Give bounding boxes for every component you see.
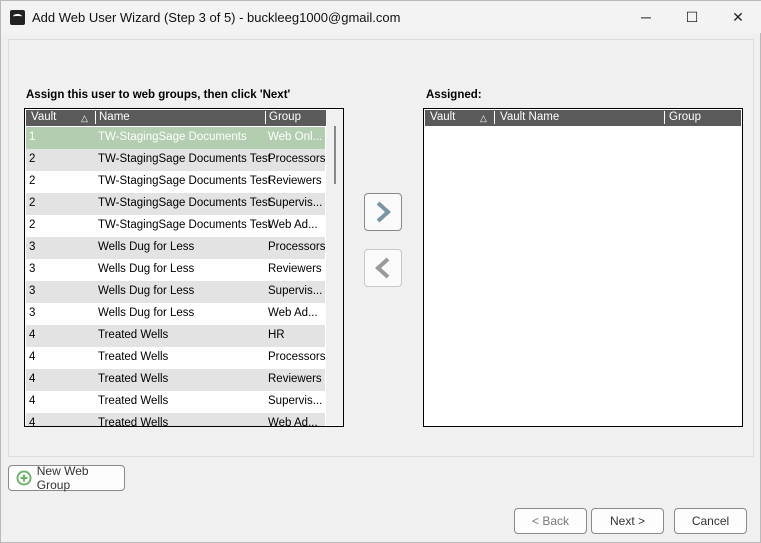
cell-vault: 4 <box>29 373 36 385</box>
list-header: Vault △ Vault Name Group <box>425 110 741 126</box>
cancel-button[interactable]: Cancel <box>674 508 747 534</box>
cell-name: Treated Wells <box>98 395 169 407</box>
cell-vault: 2 <box>29 153 36 165</box>
sort-icon: △ <box>81 113 88 123</box>
cell-name: TW-StagingSage Documents Test <box>98 219 271 231</box>
table-row[interactable]: 2 TW-StagingSage Documents Test Reviewers <box>26 171 325 193</box>
assign-button[interactable] <box>364 193 402 231</box>
new-web-group-button[interactable]: New Web Group <box>8 464 125 492</box>
back-button[interactable]: < Back <box>514 508 587 534</box>
cell-group: Reviewers <box>268 373 322 385</box>
table-row[interactable]: 4 Treated Wells Reviewers <box>26 369 325 391</box>
cell-group: Supervis... <box>268 197 323 209</box>
cell-group: Supervis... <box>268 395 323 407</box>
table-row[interactable]: 4 Treated Wells Web Ad... <box>26 413 325 427</box>
column-name[interactable]: Name <box>99 111 130 123</box>
cell-vault: 2 <box>29 175 36 187</box>
cell-group: Reviewers <box>268 263 322 275</box>
cell-group: Reviewers <box>268 175 322 187</box>
cell-group: Web Ad... <box>268 417 318 427</box>
cell-group: HR <box>268 329 285 341</box>
table-row[interactable]: 2 TW-StagingSage Documents Test Web Ad... <box>26 215 325 237</box>
scrollbar[interactable] <box>326 110 343 425</box>
cell-name: Wells Dug for Less <box>98 263 195 275</box>
column-group[interactable]: Group <box>269 111 301 123</box>
available-label: Assign this user to web groups, then cli… <box>26 89 291 101</box>
column-group[interactable]: Group <box>669 111 701 123</box>
sort-icon: △ <box>480 113 487 123</box>
cell-vault: 3 <box>29 263 36 275</box>
chevron-right-icon <box>376 201 391 223</box>
cell-vault: 2 <box>29 197 36 209</box>
table-row[interactable]: 4 Treated Wells HR <box>26 325 325 347</box>
cell-vault: 3 <box>29 307 36 319</box>
app-icon <box>10 10 25 25</box>
table-row[interactable]: 2 TW-StagingSage Documents Test Supervis..… <box>26 193 325 215</box>
window-title: Add Web User Wizard (Step 3 of 5) - buck… <box>32 10 401 25</box>
table-row[interactable]: 3 Wells Dug for Less Supervis... <box>26 281 325 303</box>
cell-group: Web Ad... <box>268 219 318 231</box>
maximize-button[interactable]: ☐ <box>669 1 715 33</box>
chevron-left-icon <box>375 257 390 279</box>
cell-name: TW-StagingSage Documents Test <box>98 153 271 165</box>
wizard-window: Add Web User Wizard (Step 3 of 5) - buck… <box>0 0 761 543</box>
next-button[interactable]: Next > <box>591 508 664 534</box>
cell-group: Web Onl... <box>268 131 323 143</box>
list-header: Vault △ Name Group <box>26 110 342 126</box>
cell-name: Wells Dug for Less <box>98 307 195 319</box>
cell-name: Wells Dug for Less <box>98 241 195 253</box>
unassign-button[interactable] <box>364 249 402 287</box>
title-bar: Add Web User Wizard (Step 3 of 5) - buck… <box>1 1 761 33</box>
table-row[interactable]: 1 TW-StagingSage Documents Web Onl... <box>26 127 325 149</box>
cell-vault: 4 <box>29 329 36 341</box>
cell-group: Processors <box>268 153 326 165</box>
cell-vault: 3 <box>29 241 36 253</box>
cell-name: Wells Dug for Less <box>98 285 195 297</box>
table-row[interactable]: 3 Wells Dug for Less Processors <box>26 237 326 259</box>
cell-group: Supervis... <box>268 285 323 297</box>
cell-name: TW-StagingSage Documents <box>98 131 247 143</box>
plus-circle-icon <box>16 470 32 486</box>
cell-name: Treated Wells <box>98 373 169 385</box>
available-groups-list[interactable]: Vault △ Name Group 1 TW-StagingSage Docum… <box>24 108 344 427</box>
cell-name: Treated Wells <box>98 351 169 363</box>
close-button[interactable]: ✕ <box>715 1 761 33</box>
cell-name: TW-StagingSage Documents Test <box>98 175 271 187</box>
scroll-thumb[interactable] <box>334 126 336 184</box>
table-row[interactable]: 4 Treated Wells Processors <box>26 347 326 369</box>
table-row[interactable]: 3 Wells Dug for Less Web Ad... <box>26 303 325 325</box>
cell-vault: 4 <box>29 395 36 407</box>
cell-group: Processors <box>268 351 326 363</box>
column-vault[interactable]: Vault <box>31 111 56 123</box>
column-vault[interactable]: Vault <box>430 111 455 123</box>
minimize-button[interactable]: ─ <box>623 1 669 33</box>
column-vault-name[interactable]: Vault Name <box>500 111 559 123</box>
cell-vault: 4 <box>29 351 36 363</box>
cell-name: TW-StagingSage Documents Test <box>98 197 271 209</box>
cell-group: Processors <box>268 241 326 253</box>
assigned-groups-list[interactable]: Vault △ Vault Name Group <box>423 108 743 427</box>
cell-vault: 4 <box>29 417 36 427</box>
cell-name: Treated Wells <box>98 417 169 427</box>
cell-name: Treated Wells <box>98 329 169 341</box>
cell-group: Web Ad... <box>268 307 318 319</box>
cell-vault: 3 <box>29 285 36 297</box>
cell-vault: 1 <box>29 131 36 143</box>
new-web-group-label: New Web Group <box>36 464 89 492</box>
table-row[interactable]: 3 Wells Dug for Less Reviewers <box>26 259 325 281</box>
table-row[interactable]: 2 TW-StagingSage Documents Test Processors <box>26 149 326 171</box>
assigned-label: Assigned: <box>426 89 482 101</box>
cell-vault: 2 <box>29 219 36 231</box>
table-row[interactable]: 4 Treated Wells Supervis... <box>26 391 325 413</box>
